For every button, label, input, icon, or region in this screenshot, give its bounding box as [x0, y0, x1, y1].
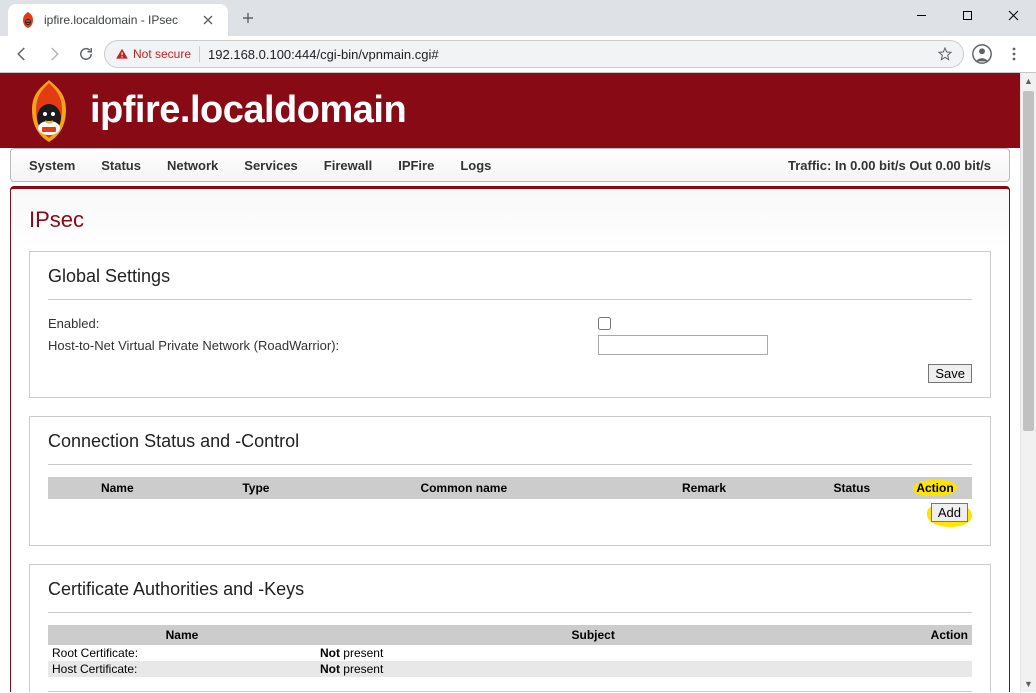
- forward-button[interactable]: [40, 40, 68, 68]
- traffic-indicator: Traffic: In 0.00 bit/s Out 0.00 bit/s: [788, 158, 991, 173]
- connection-heading: Connection Status and -Control: [48, 431, 972, 452]
- menu-network[interactable]: Network: [167, 158, 218, 173]
- viewport: ▲ ▼ ipfire.localdomain System Status: [0, 73, 1036, 692]
- global-settings-heading: Global Settings: [48, 266, 972, 287]
- col-type: Type: [187, 477, 326, 499]
- host-cert-label: Host Certificate:: [48, 661, 316, 677]
- col-action: Action: [898, 477, 972, 499]
- menu-status[interactable]: Status: [101, 158, 141, 173]
- root-cert-row: Root Certificate: Not present: [48, 645, 972, 661]
- site-title: ipfire.localdomain: [90, 89, 406, 132]
- root-cert-label: Root Certificate:: [48, 645, 316, 661]
- main-menu: System Status Network Services Firewall …: [10, 148, 1010, 182]
- connection-add-row: Add: [48, 499, 972, 531]
- kebab-menu-button[interactable]: [1000, 40, 1028, 68]
- new-tab-button[interactable]: [234, 4, 262, 32]
- col-status: Status: [806, 477, 898, 499]
- reload-button[interactable]: [72, 40, 100, 68]
- certificate-section: Certificate Authorities and -Keys Name S…: [29, 564, 991, 692]
- page-title: IPsec: [29, 207, 991, 233]
- menu-logs[interactable]: Logs: [460, 158, 491, 173]
- vertical-scrollbar[interactable]: ▲ ▼: [1020, 73, 1036, 692]
- connection-table-header: Name Type Common name Remark Status Acti…: [48, 477, 972, 499]
- save-button[interactable]: Save: [928, 364, 972, 383]
- col-name: Name: [48, 477, 187, 499]
- certificate-table-header: Name Subject Action: [48, 625, 972, 645]
- add-connection-button[interactable]: Add: [931, 503, 968, 522]
- host-cert-row: Host Certificate: Not present: [48, 661, 972, 677]
- cert-col-action: Action: [870, 625, 972, 645]
- content-frame: IPsec Global Settings Enabled: Host-to-N…: [10, 186, 1010, 692]
- add-highlight: Add: [927, 503, 972, 527]
- menu-ipfire[interactable]: IPFire: [398, 158, 434, 173]
- menu-system[interactable]: System: [29, 158, 75, 173]
- col-common: Common name: [325, 477, 602, 499]
- tab-favicon-ipfire-icon: [20, 12, 36, 28]
- tab-close-icon[interactable]: [200, 12, 216, 28]
- window-controls: [898, 0, 1036, 36]
- address-bar[interactable]: Not secure 192.168.0.100:444/cgi-bin/vpn…: [104, 40, 964, 68]
- scroll-up-icon[interactable]: ▲: [1021, 73, 1036, 89]
- host-cert-status: Not present: [316, 661, 870, 677]
- browser-chrome: ipfire.localdomain - IPsec Not secure 19…: [0, 0, 1036, 73]
- enabled-checkbox[interactable]: [598, 317, 611, 330]
- menu-services[interactable]: Services: [244, 158, 298, 173]
- back-button[interactable]: [8, 40, 36, 68]
- ipfire-logo-icon: [24, 79, 74, 143]
- minimize-button[interactable]: [898, 0, 944, 30]
- cert-col-subject: Subject: [316, 625, 870, 645]
- col-remark: Remark: [602, 477, 805, 499]
- certificate-table: Name Subject Action Root Certificate: No…: [48, 625, 972, 677]
- root-cert-status: Not present: [316, 645, 870, 661]
- roadwarrior-input[interactable]: [598, 335, 768, 355]
- browser-tab[interactable]: ipfire.localdomain - IPsec: [8, 4, 228, 36]
- connection-section: Connection Status and -Control Name Type…: [29, 416, 991, 546]
- profile-button[interactable]: [968, 40, 996, 68]
- page-content: ipfire.localdomain System Status Network…: [0, 73, 1020, 692]
- menu-firewall[interactable]: Firewall: [324, 158, 372, 173]
- browser-toolbar: Not secure 192.168.0.100:444/cgi-bin/vpn…: [0, 36, 1036, 72]
- scroll-down-icon[interactable]: ▼: [1021, 676, 1036, 692]
- page-header: ipfire.localdomain: [0, 73, 1020, 148]
- certificate-heading: Certificate Authorities and -Keys: [48, 579, 972, 600]
- address-divider: [199, 46, 200, 62]
- close-window-button[interactable]: [990, 0, 1036, 30]
- scroll-thumb[interactable]: [1023, 91, 1034, 431]
- tab-strip: ipfire.localdomain - IPsec: [0, 0, 1036, 36]
- global-settings-section: Global Settings Enabled: Host-to-Net Vir…: [29, 251, 991, 398]
- url-text: 192.168.0.100:444/cgi-bin/vpnmain.cgi#: [208, 47, 929, 62]
- tab-title: ipfire.localdomain - IPsec: [44, 13, 200, 27]
- not-secure-indicator[interactable]: Not secure: [115, 47, 191, 61]
- bookmark-star-icon[interactable]: [937, 46, 953, 62]
- warning-icon: [115, 47, 129, 61]
- enabled-label: Enabled:: [48, 316, 598, 331]
- connection-table: Name Type Common name Remark Status Acti…: [48, 477, 972, 531]
- cert-col-name: Name: [48, 625, 316, 645]
- roadwarrior-label: Host-to-Net Virtual Private Network (Roa…: [48, 338, 598, 353]
- maximize-button[interactable]: [944, 0, 990, 30]
- not-secure-label: Not secure: [133, 47, 191, 61]
